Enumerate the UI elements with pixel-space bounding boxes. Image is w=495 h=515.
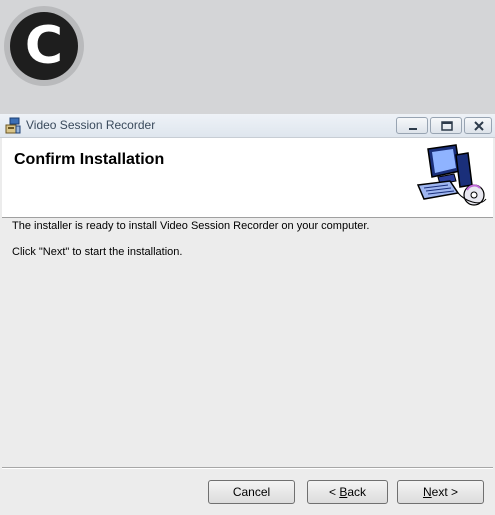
installer-app-icon bbox=[4, 117, 22, 135]
ready-message: The installer is ready to install Video … bbox=[12, 220, 370, 232]
next-rest: ext > bbox=[431, 485, 459, 499]
title-bar[interactable]: Video Session Recorder bbox=[0, 114, 495, 138]
minimize-button[interactable] bbox=[396, 117, 428, 134]
button-separator bbox=[2, 467, 493, 469]
wizard-header: Confirm Installation bbox=[2, 138, 493, 218]
back-rest: ack bbox=[347, 485, 367, 499]
cancel-button[interactable]: Cancel bbox=[208, 480, 295, 504]
window-title: Video Session Recorder bbox=[26, 118, 156, 132]
maximize-icon bbox=[441, 121, 453, 131]
wizard-body: The installer is ready to install Video … bbox=[2, 218, 493, 468]
maximize-button[interactable] bbox=[430, 117, 462, 134]
page-title: Confirm Installation bbox=[14, 151, 165, 168]
close-icon bbox=[474, 121, 484, 131]
back-button[interactable]: < Back bbox=[307, 480, 388, 504]
next-mnemonic: N bbox=[422, 485, 432, 499]
instruction-message: Click "Next" to start the installation. bbox=[12, 246, 183, 258]
top-band: C bbox=[0, 0, 495, 114]
minimize-icon bbox=[409, 128, 417, 130]
step-badge-letter: C bbox=[10, 12, 78, 80]
next-button[interactable]: Next > bbox=[397, 480, 484, 504]
step-badge: C bbox=[4, 6, 84, 86]
computer-cd-icon bbox=[410, 141, 490, 211]
installer-window: Video Session Recorder Confirm Installat… bbox=[0, 114, 495, 515]
back-prefix: < bbox=[328, 485, 340, 499]
close-button[interactable] bbox=[464, 117, 492, 134]
